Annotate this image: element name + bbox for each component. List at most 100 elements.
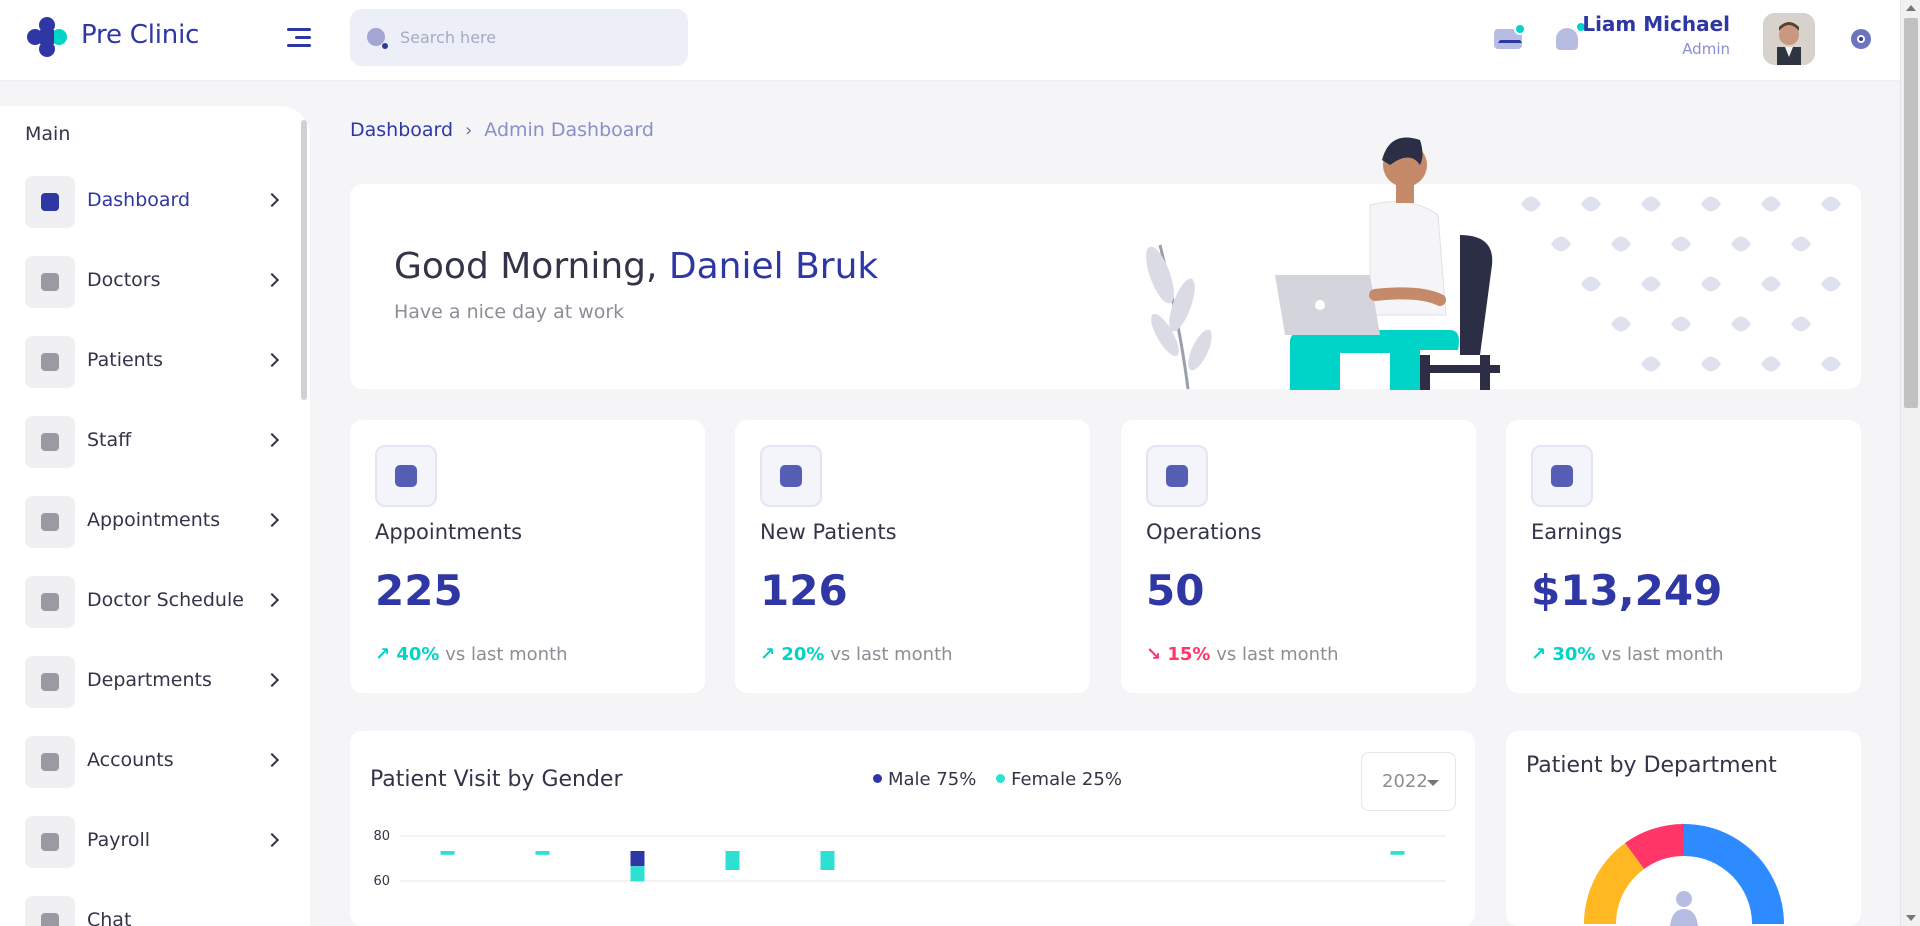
- chevron-right-icon: [264, 352, 280, 368]
- payroll-icon: [25, 816, 75, 868]
- doctor-icon: [25, 256, 75, 308]
- chevron-right-icon: [264, 512, 280, 528]
- chevron-right-icon: [264, 192, 280, 208]
- stat-title: Operations: [1146, 520, 1262, 544]
- stat-card-operations: Operations 50 ↘ 15% vs last month: [1121, 420, 1476, 693]
- caret-down-icon: [1427, 780, 1439, 786]
- department-chart-card: Patient by Department: [1506, 731, 1861, 926]
- trend-up-icon: ↗: [375, 644, 397, 665]
- calculator-icon: [25, 736, 75, 788]
- sidebar-item-label: Patients: [87, 349, 164, 371]
- chart-bar: [535, 851, 550, 855]
- gender-bar-chart: 80 60: [373, 829, 1445, 889]
- person-icon: [1676, 891, 1692, 907]
- search-icon: [367, 28, 388, 49]
- sidebar-item-label: Departments: [87, 669, 212, 691]
- department-icon: [25, 656, 75, 708]
- stat-value: $13,249: [1531, 566, 1723, 615]
- gear-icon[interactable]: [1848, 26, 1874, 52]
- y-tick-label: 60: [373, 874, 390, 889]
- patient-icon: [760, 445, 822, 507]
- stat-card-appointments: Appointments 225 ↗ 40% vs last month: [350, 420, 705, 693]
- welcome-banner: Good Morning, Daniel Bruk Have a nice da…: [350, 184, 1861, 389]
- chevron-right-icon: [264, 672, 280, 688]
- sidebar-item-appointments[interactable]: Appointments: [25, 496, 287, 548]
- year-select-value: 2022: [1382, 771, 1428, 792]
- chevron-right-icon: [264, 272, 280, 288]
- search-input[interactable]: [400, 9, 670, 66]
- menu-toggle-icon[interactable]: [287, 28, 311, 50]
- chart-legend: Male 75% Female 25%: [873, 769, 1136, 790]
- sidebar-item-label: Payroll: [87, 829, 151, 851]
- page-scrollbar[interactable]: [1900, 0, 1920, 926]
- sidebar-item-label: Doctor Schedule: [87, 589, 244, 611]
- trend-down-icon: ↘: [1146, 644, 1168, 665]
- chevron-right-icon: ›: [465, 120, 473, 141]
- chart-bar: [630, 851, 645, 867]
- stat-value: 126: [760, 566, 848, 615]
- sidebar-item-doctor-schedule[interactable]: Doctor Schedule: [25, 576, 287, 628]
- sidebar-item-label: Doctors: [87, 269, 161, 291]
- stat-title: Earnings: [1531, 520, 1623, 544]
- sidebar-item-staff[interactable]: Staff: [25, 416, 287, 468]
- greeting-heading: Good Morning, Daniel Bruk: [394, 246, 879, 287]
- brand-name[interactable]: Pre Clinic: [81, 20, 199, 50]
- decorative-pattern: [1521, 196, 1841, 372]
- stat-title: New Patients: [760, 520, 897, 544]
- stat-change: ↗ 20% vs last month: [760, 644, 953, 665]
- department-donut-chart: [1583, 823, 1784, 926]
- staff-icon: [25, 416, 75, 468]
- bell-icon[interactable]: [1553, 21, 1587, 53]
- chart-bar: [1390, 851, 1405, 855]
- doctor-illustration: [1146, 137, 1500, 390]
- user-role: Admin: [1682, 40, 1730, 58]
- gender-chart-card: Patient Visit by Gender Male 75% Female …: [350, 731, 1475, 926]
- donut-segment: [1684, 824, 1784, 924]
- stat-change: ↘ 15% vs last month: [1146, 644, 1339, 665]
- chevron-right-icon: [264, 432, 280, 448]
- user-name[interactable]: Liam Michael: [1582, 12, 1730, 36]
- year-select[interactable]: 2022: [1361, 752, 1456, 811]
- stat-change: ↗ 40% vs last month: [375, 644, 568, 665]
- scissors-icon: [1146, 445, 1208, 507]
- sidebar-item-accounts[interactable]: Accounts: [25, 736, 287, 788]
- wallet-icon: [1531, 445, 1593, 507]
- chevron-right-icon: [264, 832, 280, 848]
- schedule-icon: [25, 576, 75, 628]
- sidebar-item-label: Dashboard: [87, 189, 191, 211]
- chart-title: Patient Visit by Gender: [370, 767, 623, 792]
- scroll-down-arrow-icon[interactable]: [1906, 915, 1916, 921]
- sidebar-item-departments[interactable]: Departments: [25, 656, 287, 708]
- y-tick-label: 80: [373, 829, 390, 844]
- legend-item-male[interactable]: Male 75%: [873, 769, 976, 790]
- logo-icon[interactable]: [26, 16, 68, 58]
- avatar[interactable]: [1763, 13, 1815, 65]
- sidebar-item-label: Staff: [87, 429, 132, 451]
- sidebar-item-label: Appointments: [87, 509, 221, 531]
- search-box: [350, 9, 688, 66]
- top-header: Pre Clinic Liam Michael Admin: [0, 0, 1900, 80]
- chat-icon: [25, 896, 75, 926]
- patients-icon: [25, 336, 75, 388]
- sidebar-section-title: Main: [25, 123, 71, 145]
- stat-card-new-patients: New Patients 126 ↗ 20% vs last month: [735, 420, 1090, 693]
- scroll-up-arrow-icon[interactable]: [1906, 5, 1916, 11]
- breadcrumb-current: Admin Dashboard: [484, 119, 654, 141]
- stat-value: 50: [1146, 566, 1205, 615]
- sidebar-scrollbar[interactable]: [301, 120, 307, 400]
- sidebar-item-label: Accounts: [87, 749, 174, 771]
- sidebar-item-dashboard[interactable]: Dashboard: [25, 176, 287, 228]
- sidebar-item-doctors[interactable]: Doctors: [25, 256, 287, 308]
- sidebar-item-chat[interactable]: Chat: [25, 896, 287, 926]
- dashboard-icon: [25, 176, 75, 228]
- mail-icon[interactable]: [1494, 23, 1526, 53]
- greeting-subtitle: Have a nice day at work: [394, 301, 625, 323]
- chart-bar: [725, 851, 740, 870]
- breadcrumb: Dashboard › Admin Dashboard: [350, 119, 654, 141]
- sidebar-item-patients[interactable]: Patients: [25, 336, 287, 388]
- legend-item-female[interactable]: Female 25%: [996, 769, 1122, 790]
- sidebar-item-payroll[interactable]: Payroll: [25, 816, 287, 868]
- scroll-thumb[interactable]: [1904, 18, 1918, 408]
- calendar-icon: [375, 445, 437, 507]
- breadcrumb-root-link[interactable]: Dashboard: [350, 119, 453, 141]
